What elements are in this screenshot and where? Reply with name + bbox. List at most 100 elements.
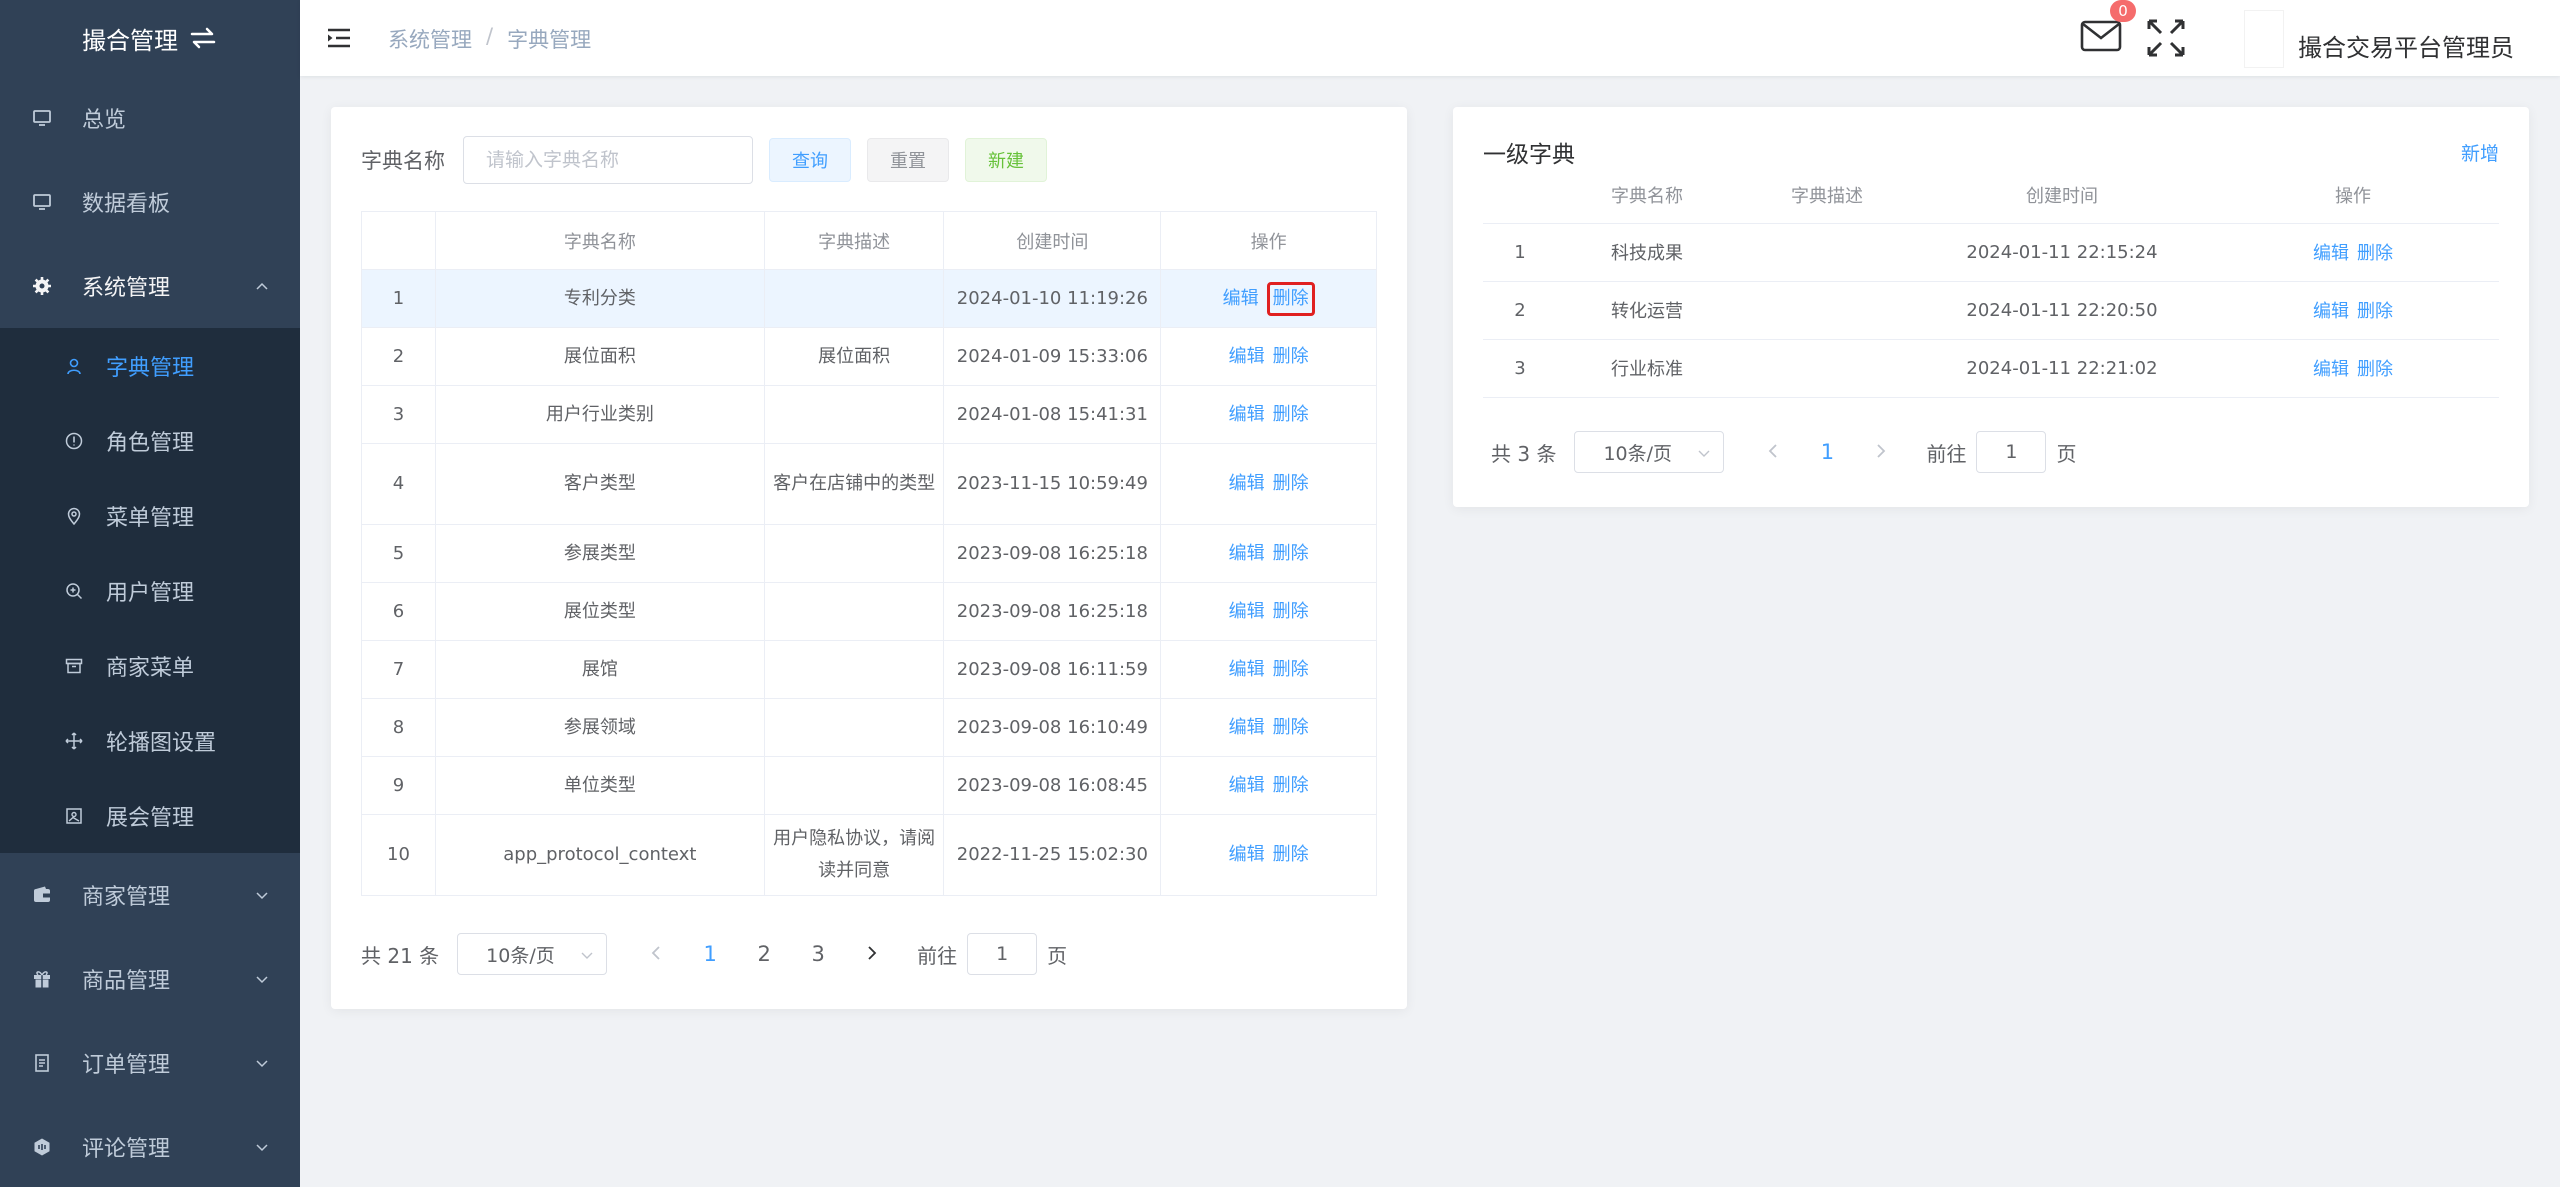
- dictionary-list-card: 字典名称 查询 重置 新建 字典名称 字典描述 创建时间 操作 1专利分类202…: [331, 107, 1407, 1009]
- menu-label: 评论管理: [82, 1137, 171, 1162]
- sidebar-item-carousel[interactable]: 轮播图设置: [0, 703, 300, 778]
- delete-link[interactable]: 删除: [1273, 717, 1309, 738]
- sidebar-item-label: 轮播图设置: [106, 730, 217, 756]
- delete-link[interactable]: 删除: [1273, 775, 1309, 796]
- page-number[interactable]: 1: [1800, 440, 1854, 464]
- edit-link[interactable]: 编辑: [2313, 301, 2349, 322]
- menu-label: 总览: [82, 108, 127, 133]
- menu-item-dashboard[interactable]: 数据看板: [0, 160, 300, 244]
- add-button[interactable]: 新增: [2461, 139, 2499, 166]
- delete-link[interactable]: 删除: [1273, 659, 1309, 680]
- prev-page-button[interactable]: [629, 942, 683, 966]
- edit-link[interactable]: 编辑: [2313, 359, 2349, 380]
- page-number[interactable]: 3: [791, 942, 845, 966]
- cell-actions: 编辑 删除: [2207, 223, 2499, 282]
- cell-time: 2024-01-08 15:41:31: [943, 385, 1162, 444]
- cell-name: 单位类型: [434, 756, 765, 815]
- page-size-value: 10条/页: [1603, 442, 1673, 465]
- user-icon: [64, 356, 84, 376]
- new-button[interactable]: 新建: [965, 138, 1047, 182]
- delete-link[interactable]: 删除: [1273, 844, 1309, 865]
- goto-page-input[interactable]: [967, 933, 1038, 975]
- comment-icon: [32, 1137, 52, 1157]
- dictionary-table: 字典名称 字典描述 创建时间 操作 1 专利分类 2024-01-10 11:19:…: [361, 211, 1377, 896]
- fullscreen-icon[interactable]: [2146, 18, 2186, 58]
- edit-link[interactable]: 编辑: [1229, 601, 1265, 622]
- page-size-select[interactable]: 10条/页: [1574, 431, 1725, 473]
- dictionary-name-input[interactable]: [463, 136, 753, 184]
- delete-link[interactable]: 删除: [2357, 301, 2393, 322]
- delete-link[interactable]: 删除: [2357, 243, 2393, 264]
- cell-index: 6: [361, 582, 436, 641]
- menu-item-overview[interactable]: 总览: [0, 76, 300, 160]
- page-number[interactable]: 2: [737, 942, 791, 966]
- delete-link[interactable]: 删除: [2357, 359, 2393, 380]
- cell-time: 2024-01-09 15:33:06: [943, 327, 1162, 386]
- sidebar-item-dictionary[interactable]: 字典管理: [0, 328, 300, 403]
- zoom-in-icon: [64, 581, 84, 601]
- edit-link[interactable]: 编辑: [1229, 775, 1265, 796]
- cell-name: 展馆: [434, 640, 765, 699]
- avatar[interactable]: [2244, 10, 2284, 68]
- table-row: 2 展位面积 展位面积 2024-01-09 15:33:06 编辑 删除: [361, 327, 1377, 386]
- edit-link[interactable]: 编辑: [1229, 346, 1265, 367]
- cell-name: 行业标准: [1557, 339, 1737, 398]
- sidebar-item-merchant-menu[interactable]: 商家菜单: [0, 628, 300, 703]
- card-title: 一级字典: [1483, 142, 1575, 168]
- edit-link[interactable]: 编辑: [1223, 288, 1259, 309]
- cell-time: 2024-01-11 22:15:24: [1917, 223, 2207, 282]
- breadcrumb-item-dictionary: 字典管理: [507, 28, 592, 52]
- cell-index: 1: [1483, 223, 1557, 282]
- edit-link[interactable]: 编辑: [1229, 717, 1265, 738]
- edit-link[interactable]: 编辑: [1229, 543, 1265, 564]
- menu-item-merchants[interactable]: 商家管理: [0, 853, 300, 937]
- menu-item-products[interactable]: 商品管理: [0, 937, 300, 1021]
- present-icon: [32, 969, 52, 989]
- pagination-total: 共 3 条: [1491, 441, 1557, 466]
- picture-icon: [64, 806, 84, 826]
- delete-link[interactable]: 删除: [1273, 346, 1309, 367]
- prev-page-button[interactable]: [1746, 440, 1800, 464]
- edit-link[interactable]: 编辑: [1229, 844, 1265, 865]
- delete-link[interactable]: 删除: [1266, 281, 1315, 316]
- delete-link[interactable]: 删除: [1273, 473, 1309, 494]
- delete-link[interactable]: 删除: [1273, 543, 1309, 564]
- cell-name: 参展领域: [434, 698, 765, 757]
- username[interactable]: 撮合交易平台管理员: [2298, 28, 2514, 63]
- cell-time: 2024-01-11 22:21:02: [1917, 339, 2207, 398]
- logo[interactable]: 撮合管理: [0, 0, 300, 76]
- sidebar-item-roles[interactable]: 角色管理: [0, 403, 300, 478]
- sidebar-item-exhibitions[interactable]: 展会管理: [0, 778, 300, 853]
- search-form: 字典名称 查询 重置 新建: [361, 136, 1047, 184]
- delete-link[interactable]: 删除: [1273, 601, 1309, 622]
- sidebar-item-users[interactable]: 用户管理: [0, 553, 300, 628]
- menu-item-system[interactable]: 系统管理: [0, 244, 300, 328]
- page-unit-label: 页: [2056, 441, 2077, 466]
- edit-link[interactable]: 编辑: [1229, 659, 1265, 680]
- table-header-row: 字典名称 字典描述 创建时间 操作: [1483, 167, 2499, 224]
- page-number[interactable]: 1: [683, 942, 737, 966]
- chevron-down-icon: [256, 892, 268, 900]
- cell-name: 用户行业类别: [434, 385, 765, 444]
- next-page-button[interactable]: [845, 942, 899, 966]
- cell-time: 2022-11-25 15:02:30: [943, 814, 1162, 896]
- goto-page-input[interactable]: [1976, 431, 2047, 473]
- reset-button[interactable]: 重置: [867, 138, 949, 182]
- edit-link[interactable]: 编辑: [1229, 404, 1265, 425]
- chevron-right-icon: [1877, 444, 1886, 458]
- hamburger-icon[interactable]: [326, 26, 352, 50]
- page-size-select[interactable]: 10条/页: [457, 933, 608, 975]
- switch-icon[interactable]: [188, 25, 218, 51]
- table-row: 3 行业标准 2024-01-11 22:21:02 编辑 删除: [1483, 339, 2499, 398]
- breadcrumb-item-system[interactable]: 系统管理: [388, 24, 472, 54]
- cell-index: 8: [361, 698, 436, 757]
- mail-icon[interactable]: [2080, 18, 2122, 54]
- menu-item-orders[interactable]: 订单管理: [0, 1021, 300, 1105]
- edit-link[interactable]: 编辑: [1229, 473, 1265, 494]
- sidebar-item-menus[interactable]: 菜单管理: [0, 478, 300, 553]
- query-button[interactable]: 查询: [769, 138, 851, 182]
- next-page-button[interactable]: [1854, 440, 1908, 464]
- delete-link[interactable]: 删除: [1273, 404, 1309, 425]
- edit-link[interactable]: 编辑: [2313, 243, 2349, 264]
- menu-item-comments[interactable]: 评论管理: [0, 1105, 300, 1187]
